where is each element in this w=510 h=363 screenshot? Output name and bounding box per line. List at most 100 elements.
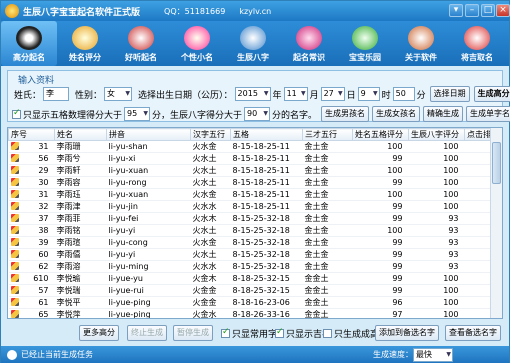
tab-name-scoring[interactable]: 姓名评分 [57,21,113,66]
table-cell: 100 [352,140,409,153]
table-row[interactable]: 610 李悦瑜 li-yue-yu 火金木 8-18-25-32-15 金金土 99 100 [8,272,502,285]
table-cell: 火水土 [190,164,231,177]
column-header[interactable]: 拼音 [106,128,191,141]
table-row[interactable]: 30 李雨容 li-yu-rong 火水土 8-15-18-25-11 金土金 99 100 [8,176,502,189]
tab-nickname[interactable]: 个性小名 [169,21,225,66]
table-cell: 金土金 [302,212,353,225]
hour-select[interactable]: 9 [357,87,380,101]
minute-field[interactable]: 50 [392,87,415,101]
common-chars-checkbox[interactable] [221,327,230,338]
table-cell: 李雨轩 [54,164,107,177]
generate-high-score-button[interactable]: 生成高分名 [473,86,510,102]
surname-field[interactable]: 李 [43,87,70,101]
table-cell: 李雨菲 [54,212,107,225]
table-cell: 8-15-18-25-11 [230,140,303,153]
tab-bazi[interactable]: 生辰八字 [225,21,281,66]
view-favorites-button[interactable]: 查看备选名字 [445,325,501,341]
lucky-names-checkbox[interactable] [275,327,284,338]
table-row[interactable]: 38 李雨铭 li-yu-yi 火水土 8-15-25-32-18 金土金 100 93 [8,224,502,237]
table-cell: 李雨珏 [54,188,107,201]
table-cell: 李雨容 [54,176,107,189]
table-row[interactable]: 60 李雨僖 li-yu-yi 火水土 8-15-25-32-18 金土金 99 93 [8,248,502,261]
year-select[interactable]: 2015 [234,87,271,101]
stop-generate-button[interactable]: 终止生成 [127,325,167,341]
column-header[interactable]: 三才五行 [302,128,353,141]
hide-wuxing-checkbox[interactable] [323,329,332,338]
names-table: 序号 姓名 拼音 汉字五行 五格 三才五行 姓名五格评分 生辰八字评分 点击排序 31 李雨珊 li… [7,127,503,319]
column-header[interactable]: 姓名 [54,128,107,141]
table-cell: 39 [8,236,55,249]
minimize-button[interactable]: – [465,4,479,17]
exact-generate-button[interactable]: 精确生成 [423,106,464,122]
column-header[interactable]: 生辰八字评分 [408,128,465,141]
month-select[interactable]: 11 [283,87,308,101]
pause-generate-button[interactable]: 暂停生成 [173,325,213,341]
row-number: 62 [38,261,49,271]
gender-select[interactable]: 女 [104,87,133,101]
table-cell: 93 [408,212,465,225]
row-number: 32 [38,201,49,211]
table-cell: 8-15-25-32-18 [230,236,303,249]
table-cell: li-yu-xi [106,152,191,165]
table-row[interactable]: 56 李雨兮 li-yu-xi 火水土 8-15-18-25-11 金土金 99 100 [8,152,502,165]
column-header[interactable]: 姓名五格评分 [352,128,409,141]
table-cell: 李雨兮 [54,152,107,165]
tab-baby-park[interactable]: 宝宝乐园 [337,21,393,66]
main-toolbar: 高分起名 姓名评分 好听起名 个性小名 生辰八字 起名常识 宝宝乐园 关于软件 … [1,21,509,66]
table-cell: li-yu-cong [106,236,191,249]
vertical-scrollbar[interactable] [490,128,502,318]
speed-select[interactable]: 最快 [413,348,453,362]
table-row[interactable]: 61 李悦平 li-yue-ping 火金金 8-18-16-23-06 金金土 96 100 [8,296,502,309]
table-cell: li-yue-ping [106,308,191,318]
table-row[interactable]: 31 李雨珊 li-yu-shan 火水金 8-15-18-25-11 金土金 100 100 [8,140,502,153]
input-panel: 输入资料 姓氏： 李 性别： 女 选择出生日期（公历）： 2015 年 11 月… [7,70,510,122]
site-url: kzylv.cn [239,6,272,16]
tab-lucky-naming[interactable]: 将吉取名 [449,21,505,66]
table-cell: 56 [8,152,55,165]
day-select[interactable]: 27 [320,87,345,101]
table-row[interactable]: 31 李雨珏 li-yu-xuan 火水金 8-15-18-25-11 金土金 100 100 [8,188,502,201]
bazi-score-select[interactable]: 90 [244,107,271,121]
only-show-checkbox[interactable] [12,108,21,119]
table-row[interactable]: 37 李雨菲 li-yu-fei 火水木 8-15-25-32-18 金土金 99 93 [8,212,502,225]
column-header[interactable]: 五格 [230,128,303,141]
tab-naming-knowledge[interactable]: 起名常识 [281,21,337,66]
tab-label: 将吉取名 [461,53,493,62]
more-high-score-button[interactable]: 更多高分 [79,325,119,341]
table-row[interactable]: 32 李雨津 li-yu-jin 火水水 8-15-18-25-11 金土金 99 100 [8,200,502,213]
bazi-score-label: 分，生辰八字得分大于 [152,110,243,121]
table-cell: 37 [8,212,55,225]
column-header[interactable]: 序号 [8,128,55,141]
table-row[interactable]: 57 李悦瑞 li-yue-rui 火金金 8-18-25-32-15 金金土 99 100 [8,284,502,297]
add-to-favorites-button[interactable]: 添加到备选名字 [375,325,439,341]
close-button[interactable]: × [496,4,510,17]
table-row[interactable]: 65 李悦萍 li-yue-ping 火金水 8-18-26-33-16 金金土 97 100 [8,308,502,318]
tab-about[interactable]: 关于软件 [393,21,449,66]
wuge-score-select[interactable]: 95 [124,107,151,121]
table-row[interactable]: 62 李雨溶 li-yu-ming 火水水 8-15-25-32-18 金土金 99 93 [8,260,502,273]
pick-date-button[interactable]: 选择日期 [429,86,470,102]
generate-boy-names-button[interactable]: 生成男孩名 [321,106,370,122]
column-header[interactable]: 汉字五行 [190,128,231,141]
table-cell: 金金土 [302,296,353,309]
taiji-logo-icon [5,4,19,18]
tab-high-score-naming[interactable]: 高分起名 [1,21,57,66]
tab-nice-names[interactable]: 好听起名 [113,21,169,66]
table-cell: 金土金 [302,152,353,165]
maximize-button[interactable]: □ [481,4,495,17]
table-row[interactable]: 29 李雨轩 li-yu-xuan 火水土 8-15-18-25-11 金土金 100 100 [8,164,502,177]
menu-button[interactable]: ▾ [449,4,463,17]
table-cell: 火水木 [190,212,231,225]
table-row[interactable]: 39 李雨瑄 li-yu-cong 火水金 8-15-25-32-18 金土金 99 93 [8,236,502,249]
table-cell: 李雨溶 [54,260,107,273]
app-window: 生辰八字宝宝起名软件正式版 QQ：51181669 kzylv.cn ▾ – □… [0,0,510,363]
table-cell: 8-15-25-32-18 [230,212,303,225]
table-cell: 65 [8,308,55,318]
single-char-names-button[interactable]: 生成单字名 [466,106,510,122]
table-cell: 32 [8,200,55,213]
table-cell: 火水土 [190,248,231,261]
scroll-thumb[interactable] [492,142,501,184]
table-cell: 金土金 [302,236,353,249]
generate-girl-names-button[interactable]: 生成女孩名 [372,106,421,122]
table-cell: 8-15-25-32-18 [230,248,303,261]
